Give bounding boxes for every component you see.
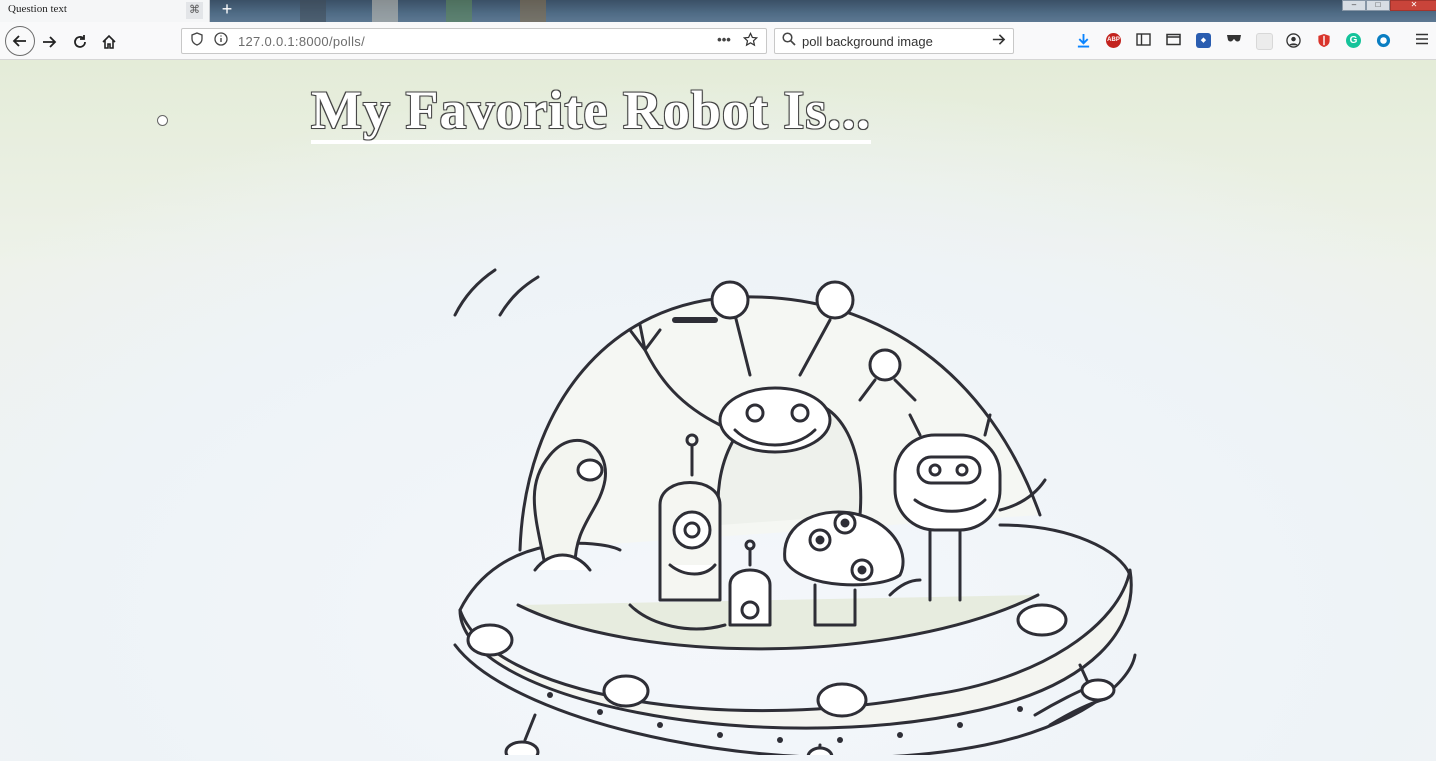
list-bullet (157, 115, 168, 126)
address-bar[interactable]: 127.0.0.1:8000/polls/ ••• (181, 28, 767, 54)
search-go-icon[interactable] (989, 32, 1007, 50)
reload-icon (74, 35, 86, 49)
account-icon[interactable] (1286, 33, 1301, 48)
tracking-shield-icon[interactable] (188, 32, 206, 49)
window-close-button[interactable]: ✕ (1390, 0, 1436, 11)
page-actions-icon[interactable]: ••• (715, 32, 733, 47)
background-tab-thumbnail (446, 0, 472, 22)
tab-close-icon[interactable]: ⌘ (186, 2, 203, 19)
forward-arrow-icon (43, 36, 57, 48)
download-icon[interactable] (1076, 33, 1091, 48)
background-tab-thumbnail (520, 0, 546, 22)
robot-ufo-illustration (453, 268, 1137, 755)
back-arrow-icon (12, 35, 26, 47)
grammarly-icon[interactable]: G (1346, 33, 1361, 48)
poll-page: My Favorite Robot Is... (0, 60, 1436, 761)
tab-title: Question text (8, 3, 67, 15)
tab-strip: Question text ⌘ + – □ ✕ (0, 0, 1436, 22)
search-input[interactable]: poll background image (802, 34, 933, 49)
extension-icon[interactable]: ◆ (1196, 33, 1211, 48)
reader-icon[interactable] (1166, 33, 1181, 48)
circle-ext-icon[interactable] (1376, 33, 1391, 48)
maximize-button[interactable]: □ (1366, 0, 1390, 11)
sidebar-icon[interactable] (1136, 33, 1151, 48)
minimize-button[interactable]: – (1342, 0, 1366, 11)
reload-button[interactable] (68, 29, 92, 53)
home-button[interactable] (97, 29, 121, 53)
poll-question-link[interactable]: My Favorite Robot Is... (311, 80, 871, 144)
home-icon (102, 35, 116, 50)
blank-icon[interactable] (1256, 33, 1273, 50)
url-text: 127.0.0.1:8000/polls/ (238, 34, 366, 49)
bookmark-star-icon[interactable] (741, 31, 759, 50)
site-info-icon[interactable] (212, 32, 230, 49)
browser-tab[interactable]: Question text ⌘ (0, 0, 210, 22)
background-tab-thumbnail (372, 0, 398, 22)
menu-icon[interactable] (1414, 33, 1429, 48)
new-tab-button[interactable]: + (216, 0, 238, 20)
search-icon (780, 32, 798, 49)
shield-icon[interactable] (1316, 33, 1331, 48)
search-bar[interactable]: poll background image (774, 28, 1014, 54)
navigation-toolbar: 127.0.0.1:8000/polls/ ••• poll backgroun… (0, 22, 1436, 60)
adblock-icon[interactable]: ABP (1106, 33, 1121, 48)
back-button[interactable] (5, 26, 35, 56)
mask-icon[interactable] (1226, 33, 1241, 48)
forward-button[interactable] (37, 29, 61, 53)
background-tab-thumbnail (300, 0, 326, 22)
